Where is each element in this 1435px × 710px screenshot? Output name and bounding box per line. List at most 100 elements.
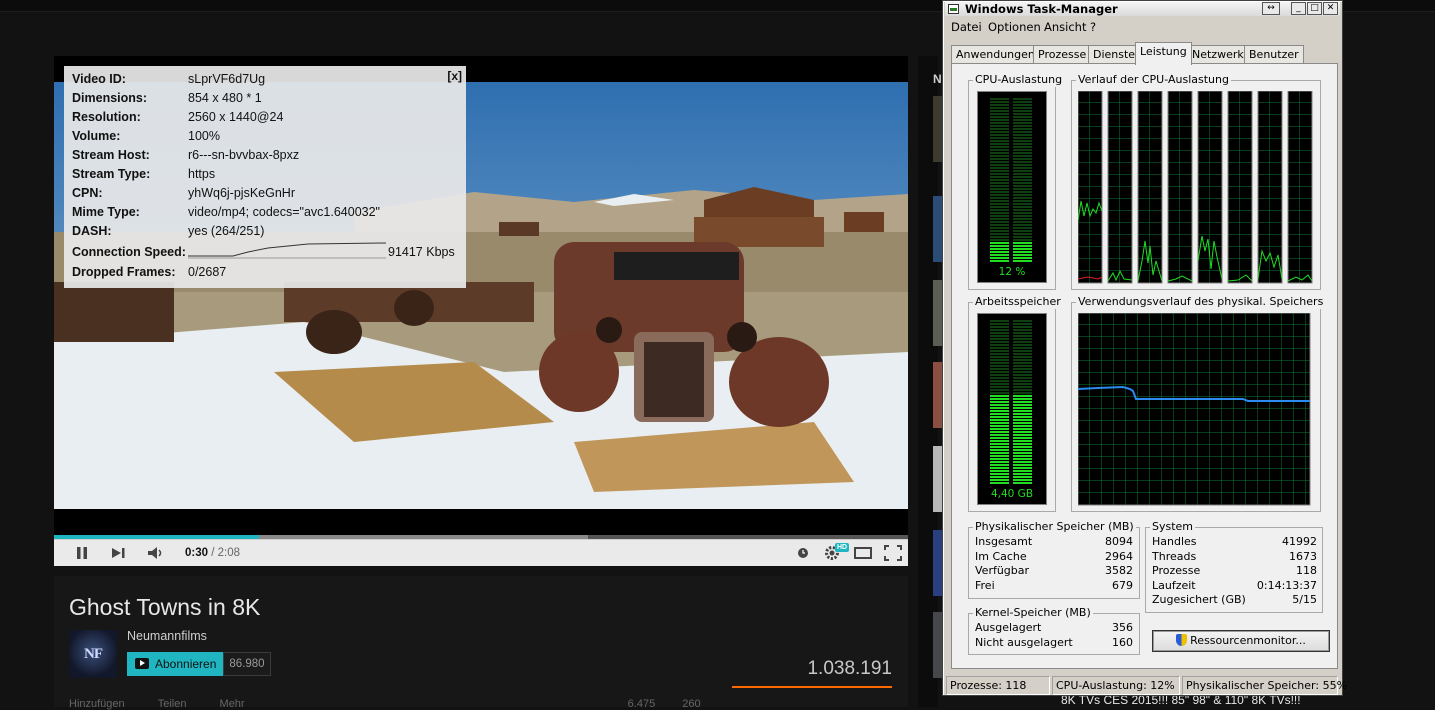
- cpu-core-graph: [1227, 91, 1253, 284]
- cpu-core-graph: [1197, 91, 1223, 284]
- subscribe-button[interactable]: Abonnieren: [127, 652, 223, 676]
- window-title: Windows Task-Manager: [965, 2, 1118, 16]
- stat-label: Threads: [1152, 550, 1197, 563]
- stats-key: Stream Host:: [72, 148, 150, 162]
- title-bar[interactable]: Windows Task-Manager ↔ _ □ ✕: [945, 2, 1340, 16]
- stats-key: DASH:: [72, 224, 112, 238]
- tab-network[interactable]: Netzwerk: [1187, 45, 1249, 64]
- cpu-usage-value: 12 %: [998, 266, 1026, 278]
- tab-services[interactable]: Dienste: [1088, 45, 1141, 64]
- stats-key: Connection Speed:: [72, 245, 186, 259]
- stat-label: Insgesamt: [975, 535, 1033, 548]
- close-button[interactable]: ✕: [1323, 2, 1338, 15]
- video-player[interactable]: [x] Video ID: sLprVF6d7Ug Dimensions: 854 …: [54, 56, 908, 566]
- cpu-core-graph: [1287, 91, 1313, 284]
- youtube-play-icon: [135, 658, 149, 669]
- stat-value: 679: [1112, 579, 1133, 592]
- more-button[interactable]: Mehr: [220, 698, 245, 710]
- stat-value: 1673: [1289, 550, 1317, 563]
- memory-group: Arbeitsspeicher 4,40 GB: [968, 295, 1063, 512]
- stats-key: Mime Type:: [72, 205, 140, 219]
- memory-meter-bars: [990, 320, 1032, 484]
- connection-speed-sparkline: [188, 242, 386, 259]
- stat-label: Prozesse: [1152, 564, 1201, 577]
- pause-icon: [77, 547, 87, 559]
- stat-value: 41992: [1282, 535, 1317, 548]
- cpu-history-group: Verlauf der CPU-Auslastung: [1071, 73, 1321, 290]
- actions-row: Hinzufügen Teilen Mehr 6.475 260: [69, 698, 701, 710]
- menu-help[interactable]: ?: [1090, 19, 1096, 35]
- menu-optionen[interactable]: Optionen: [988, 19, 1041, 35]
- stat-value: 3582: [1105, 564, 1133, 577]
- tab-processes[interactable]: Prozesse: [1033, 45, 1092, 64]
- subscribe-label: Abonnieren: [155, 657, 217, 671]
- resource-monitor-button[interactable]: Ressourcenmonitor...: [1152, 630, 1330, 652]
- cpu-core-graph: [1257, 91, 1283, 284]
- watch-header: Ghost Towns in 8K NF Neumannfilms Abonni…: [54, 576, 908, 710]
- stats-key: CPN:: [72, 186, 103, 200]
- memory-history-title: Verwendungsverlauf des physikal. Speiche…: [1076, 295, 1326, 309]
- fullscreen-button[interactable]: [882, 540, 904, 567]
- cpu-history-graphs: [1078, 91, 1313, 284]
- tab-strip: Anwendungen Prozesse Dienste Leistung Ne…: [951, 42, 1341, 65]
- memory-meter-fill: [1013, 394, 1032, 484]
- stat-value: 160: [1112, 636, 1133, 649]
- stats-key: Dimensions:: [72, 91, 148, 105]
- performance-panel: CPU-Auslastung 12 % Verlauf der CPU-Ausl…: [951, 63, 1338, 669]
- stats-close-button[interactable]: [x]: [447, 69, 462, 83]
- video-title: Ghost Towns in 8K: [69, 594, 261, 620]
- task-manager-window[interactable]: Windows Task-Manager ↔ _ □ ✕ Datei Optio…: [942, 0, 1347, 696]
- memory-history-graph: [1078, 313, 1311, 506]
- theater-icon: [854, 547, 872, 559]
- stats-value: 100%: [188, 129, 220, 143]
- tab-performance[interactable]: Leistung: [1135, 42, 1192, 65]
- add-to-button[interactable]: Hinzufügen: [69, 698, 125, 710]
- volume-button[interactable]: [145, 540, 167, 567]
- tab-users[interactable]: Benutzer: [1244, 45, 1304, 64]
- like-count[interactable]: 6.475: [628, 698, 656, 710]
- channel-avatar[interactable]: NF: [69, 630, 117, 678]
- next-button[interactable]: [108, 540, 128, 567]
- stats-row-connection: Connection Speed: 91417 Kbps: [72, 242, 462, 261]
- volume-icon: [148, 547, 162, 559]
- status-processes: Prozesse: 118: [946, 676, 1050, 695]
- memory-value: 4,40 GB: [990, 488, 1034, 500]
- stats-value: yes (264/251): [188, 224, 265, 238]
- restore-size-button[interactable]: ↔: [1262, 2, 1280, 15]
- next-icon: [112, 548, 125, 558]
- clock-icon: [798, 548, 808, 558]
- memory-history-group: Verwendungsverlauf des physikal. Speiche…: [1071, 295, 1326, 512]
- theater-mode-button[interactable]: [852, 540, 874, 567]
- stats-value: r6---sn-bvvbax-8pxz: [188, 148, 300, 162]
- minimize-button[interactable]: _: [1291, 2, 1306, 15]
- stat-value: 118: [1296, 564, 1317, 577]
- video-stats-panel: [x] Video ID: sLprVF6d7Ug Dimensions: 854 …: [64, 66, 466, 288]
- menu-ansicht[interactable]: Ansicht: [1044, 19, 1086, 35]
- status-cpu: CPU-Auslastung: 12%: [1052, 676, 1180, 695]
- time-separator: /: [208, 547, 218, 559]
- fullscreen-icon: [884, 545, 902, 561]
- sidebar-heading: N: [933, 72, 942, 86]
- watch-later-button[interactable]: [796, 540, 810, 567]
- stats-value: sLprVF6d7Ug: [188, 72, 266, 86]
- tab-applications[interactable]: Anwendungen: [951, 45, 1040, 64]
- stats-value: yhWq6j-pjsKeGnHr: [188, 186, 295, 200]
- memory-meter: 4,40 GB: [977, 313, 1047, 505]
- subscriber-count: 86.980: [223, 652, 271, 676]
- cpu-core-graph: [1107, 91, 1133, 284]
- stats-value: 2560 x 1440@24: [188, 110, 284, 124]
- system-group: System Handles 41992 Threads 1673 Prozes…: [1145, 520, 1323, 613]
- channel-name[interactable]: Neumannfilms: [127, 629, 207, 643]
- menu-datei[interactable]: Datei: [951, 19, 982, 35]
- like-ratio-bar: [732, 686, 892, 688]
- status-memory: Physikalischer Speicher: 55%: [1182, 676, 1347, 695]
- duration: 2:08: [217, 547, 241, 559]
- pause-button[interactable]: [72, 540, 92, 567]
- time-display: 0:30 / 2:08: [185, 540, 240, 567]
- maximize-button[interactable]: □: [1307, 2, 1322, 15]
- share-button[interactable]: Teilen: [158, 698, 187, 710]
- stat-label: Im Cache: [975, 550, 1027, 563]
- stats-key: Dropped Frames:: [72, 265, 176, 279]
- stats-key: Resolution:: [72, 110, 141, 124]
- dislike-count[interactable]: 260: [682, 698, 700, 710]
